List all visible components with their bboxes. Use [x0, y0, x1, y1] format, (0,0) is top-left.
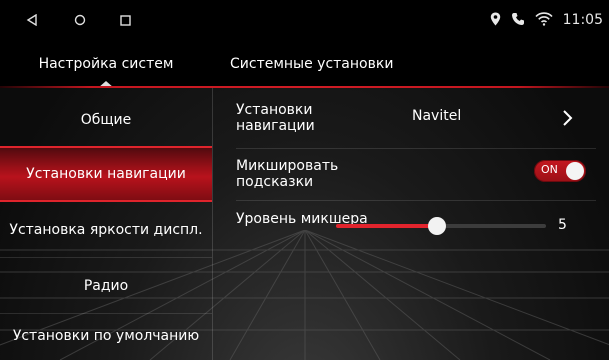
- sidebar-item-defaults[interactable]: Установки по умолчанию: [0, 308, 212, 360]
- chevron-right-icon[interactable]: [560, 106, 576, 130]
- row-divider: [236, 200, 596, 201]
- slider-fill: [336, 224, 437, 228]
- sidebar-item-label: Установки навигации: [26, 166, 186, 182]
- row-divider: [236, 148, 596, 149]
- setting-row-mix-hints: Микшировать подсказки ON: [236, 152, 596, 200]
- header: Настройка систем Системные установки: [0, 40, 609, 88]
- setting-label: Микшировать подсказки: [236, 158, 339, 190]
- sidebar-item-general[interactable]: Общие: [0, 92, 212, 148]
- recent-apps-icon[interactable]: [120, 0, 134, 40]
- sidebar-item-label: Установка яркости диспл.: [9, 222, 203, 238]
- phone-icon: [511, 11, 525, 30]
- sidebar-item-brightness[interactable]: Установка яркости диспл.: [0, 202, 212, 258]
- sidebar-item-navigation[interactable]: Установки навигации: [0, 146, 212, 202]
- sidebar-item-radio[interactable]: Радио: [0, 258, 212, 314]
- setting-value: Navitel: [412, 108, 462, 124]
- status-icons: 11:05: [490, 0, 603, 40]
- sidebar-item-label: Установки по умолчанию: [12, 328, 200, 344]
- back-icon[interactable]: [26, 0, 40, 40]
- status-bar: 11:05: [0, 0, 609, 40]
- setting-label: Установки навигации: [236, 102, 315, 134]
- setting-row-mixer-level: Уровень микшера 5: [236, 205, 596, 253]
- mixer-level-value: 5: [558, 217, 567, 233]
- screen: 11:05 Настройка систем Системные установ…: [0, 0, 609, 360]
- mixer-level-slider[interactable]: [336, 215, 546, 237]
- page-title: Системные установки: [230, 56, 394, 72]
- home-icon[interactable]: [74, 0, 88, 40]
- sidebar-divider: [212, 88, 213, 360]
- sidebar-item-label: Общие: [80, 112, 132, 128]
- wifi-icon: [535, 11, 553, 30]
- toggle-state-label: ON: [541, 163, 558, 176]
- setting-row-navigation[interactable]: Установки навигации Navitel: [236, 96, 596, 144]
- mix-hints-toggle[interactable]: ON: [534, 160, 586, 182]
- slider-knob[interactable]: [427, 217, 446, 235]
- toggle-knob: [566, 162, 584, 180]
- clock: 11:05: [562, 12, 603, 28]
- sidebar-item-label: Радио: [83, 278, 129, 294]
- location-icon: [490, 11, 501, 30]
- sidebar: Общие Установки навигации Установка ярко…: [0, 88, 212, 360]
